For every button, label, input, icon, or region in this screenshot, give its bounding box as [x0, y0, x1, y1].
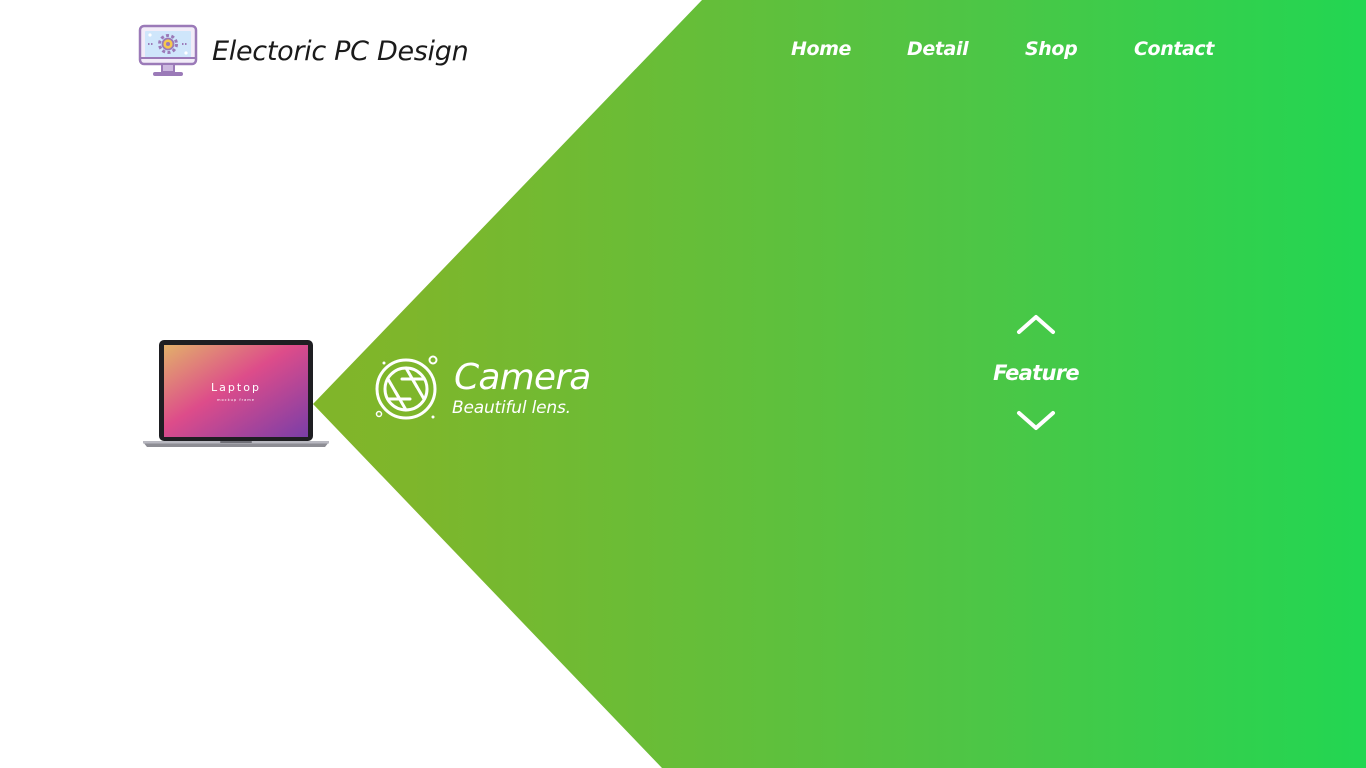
main-nav: Home Detail Shop Contact	[0, 38, 1366, 68]
laptop-screen-title: Laptop	[211, 381, 261, 394]
laptop-mockup-image: Laptop mockup frame	[143, 340, 329, 447]
camera-aperture-icon	[375, 355, 438, 420]
page: Electoric PC Design Home Detail Shop Con…	[0, 0, 1366, 768]
nav-home[interactable]: Home	[791, 38, 851, 60]
chevron-up-icon[interactable]	[1016, 312, 1056, 336]
nav-shop[interactable]: Shop	[1025, 38, 1078, 60]
nav-contact[interactable]: Contact	[1134, 38, 1214, 60]
nav-detail[interactable]: Detail	[907, 38, 969, 60]
feature-title: Camera	[454, 357, 591, 398]
feature-subtitle: Beautiful lens.	[452, 398, 571, 418]
slider-label: Feature	[993, 361, 1080, 385]
laptop-screen-subtitle: mockup frame	[217, 398, 255, 402]
feature-slider: Feature	[986, 312, 1086, 433]
feature-camera[interactable]: Camera Beautiful lens.	[374, 354, 591, 422]
chevron-down-icon[interactable]	[1016, 409, 1056, 433]
